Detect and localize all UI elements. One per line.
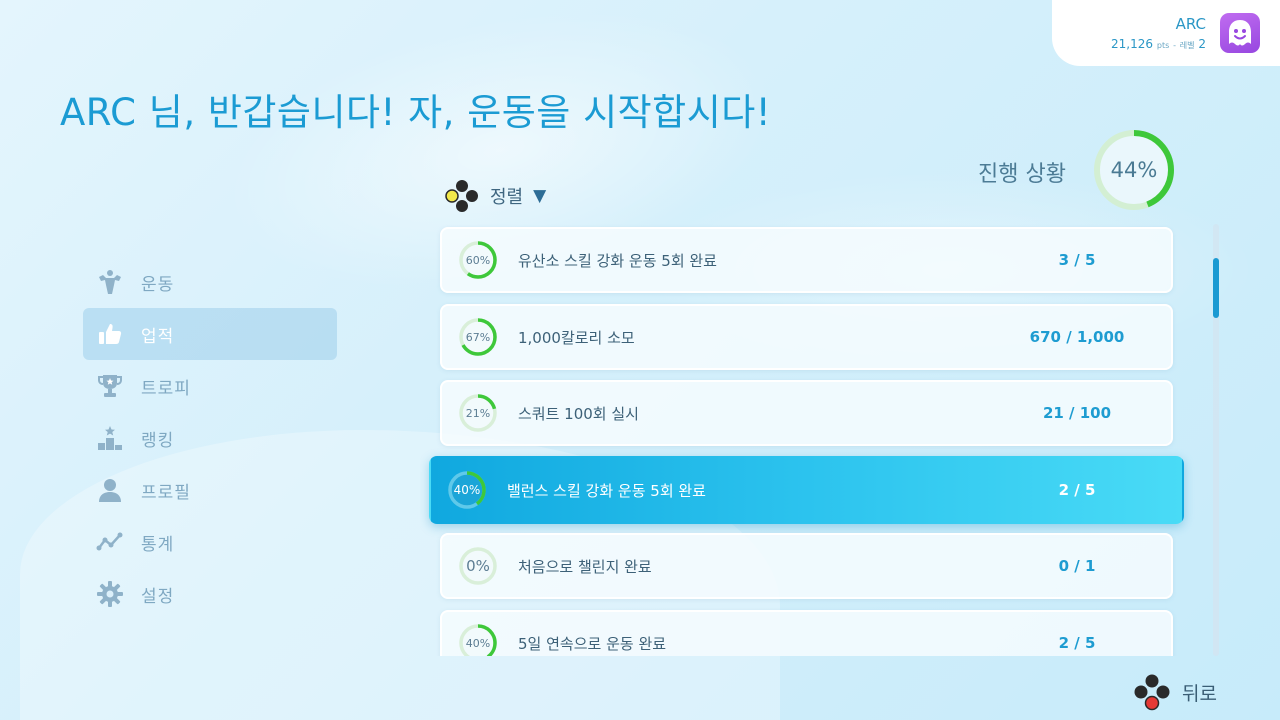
achievement-row[interactable]: 0% 처음으로 챌린지 완료 0 / 1: [440, 533, 1173, 599]
sidebar-item-ranking[interactable]: 랭킹: [83, 412, 337, 464]
back-label: 뒤로: [1182, 682, 1217, 705]
achievement-percent: 67%: [465, 330, 491, 344]
sort-label: 정렬: [490, 187, 524, 208]
overall-progress-ring: 44%: [1092, 128, 1176, 212]
achievement-progress-ring: 40%: [447, 470, 487, 510]
controller-buttons-icon: [445, 180, 478, 212]
ghost-face-icon: [1229, 20, 1251, 46]
points-value: 21,126: [1111, 37, 1154, 51]
thumbs-up-icon: [95, 319, 125, 349]
sidebar-item-label: 랭킹: [141, 430, 175, 451]
dropdown-triangle-icon: ▼: [533, 186, 547, 206]
sidebar-item-label: 업적: [141, 326, 175, 347]
page-title: ARC 님, 반갑습니다! 자, 운동을 시작합시다!: [60, 91, 772, 134]
profile-name: ARC: [1175, 15, 1206, 33]
achievement-row[interactable]: 67% 1,000칼로리 소모 670 / 1,000: [440, 304, 1173, 370]
muscle-icon: [95, 267, 125, 297]
sort-button[interactable]: 정렬 ▼: [444, 178, 546, 214]
achievement-title: 5일 연속으로 운동 완료: [518, 634, 667, 653]
sidebar-item-label: 트로피: [141, 378, 191, 399]
achievement-title: 유산소 스킬 강화 운동 5회 완료: [518, 251, 717, 270]
sidebar-item-label: 운동: [141, 274, 175, 295]
sidebar-item-workout[interactable]: 운동: [83, 256, 337, 308]
sidebar-item-statistics[interactable]: 통계: [83, 516, 337, 568]
achievement-progress-ring: 0%: [458, 546, 498, 586]
sidebar-item-trophy[interactable]: 트로피: [83, 360, 337, 412]
achievement-count: 3 / 5: [1058, 251, 1096, 269]
stats-separator: -: [1173, 41, 1176, 50]
podium-icon: [95, 423, 125, 453]
achievement-row-selected[interactable]: 40% 밸런스 스킬 강화 운동 5회 완료 2 / 5: [429, 456, 1184, 524]
achievement-percent: 21%: [465, 406, 491, 420]
line-graph-icon: [95, 527, 125, 557]
level-value: 2: [1198, 37, 1206, 51]
achievement-list: 60% 유산소 스킬 강화 운동 5회 완료 3 / 5 67% 1,000칼로…: [420, 222, 1200, 656]
gear-icon: [95, 579, 125, 609]
progress-label: 진행 상황: [978, 162, 1066, 187]
sidebar-item-settings[interactable]: 설정: [83, 568, 337, 620]
avatar[interactable]: [1220, 13, 1260, 53]
achievement-progress-ring: 67%: [458, 317, 498, 357]
achievement-percent: 0%: [466, 557, 490, 575]
achievement-title: 밸런스 스킬 강화 운동 5회 완료: [507, 481, 706, 500]
achievement-progress-ring: 60%: [458, 240, 498, 280]
achievement-percent: 60%: [465, 253, 491, 267]
sidebar-item-achievements[interactable]: 업적: [83, 308, 337, 360]
achievement-title: 1,000칼로리 소모: [518, 328, 635, 347]
achievement-row[interactable]: 21% 스쿼트 100회 실시 21 / 100: [440, 380, 1173, 446]
achievement-count: 2 / 5: [1058, 634, 1096, 652]
achievement-progress-ring: 21%: [458, 393, 498, 433]
achievement-title: 스쿼트 100회 실시: [518, 404, 639, 423]
sidebar-item-profile[interactable]: 프로필: [83, 464, 337, 516]
controller-buttons-icon: [1134, 674, 1170, 711]
sidebar-item-label: 프로필: [141, 482, 191, 503]
achievement-progress-ring: 40%: [458, 623, 498, 656]
achievement-count: 670 / 1,000: [1029, 328, 1125, 346]
profile-card[interactable]: ARC 21,126 pts - 레벨 2: [1052, 0, 1280, 66]
person-icon: [95, 475, 125, 505]
profile-info: ARC 21,126 pts - 레벨 2: [1111, 15, 1206, 51]
scrollbar-thumb[interactable]: [1213, 258, 1219, 318]
achievement-row[interactable]: 40% 5일 연속으로 운동 완료 2 / 5: [440, 610, 1173, 656]
achievement-count: 21 / 100: [1042, 404, 1112, 422]
achievement-count: 0 / 1: [1058, 557, 1096, 575]
trophy-icon: [95, 371, 125, 401]
profile-stats: 21,126 pts - 레벨 2: [1111, 37, 1206, 51]
achievement-title: 처음으로 챌린지 완료: [518, 557, 652, 576]
achievement-count: 2 / 5: [1058, 481, 1096, 499]
level-label: 레벨: [1179, 41, 1195, 50]
achievement-row[interactable]: 60% 유산소 스킬 강화 운동 5회 완료 3 / 5: [440, 227, 1173, 293]
achievement-percent: 40%: [453, 483, 481, 497]
sidebar-item-label: 통계: [141, 534, 175, 555]
achievement-percent: 40%: [465, 636, 491, 650]
overall-progress-percent: 44%: [1110, 158, 1158, 182]
points-unit: pts: [1156, 41, 1170, 50]
sidebar-item-label: 설정: [141, 586, 175, 607]
sidebar-nav: 운동 업적 트로피 랭킹 프로필 통계 설정: [83, 256, 337, 620]
back-button[interactable]: 뒤로: [1132, 672, 1217, 712]
